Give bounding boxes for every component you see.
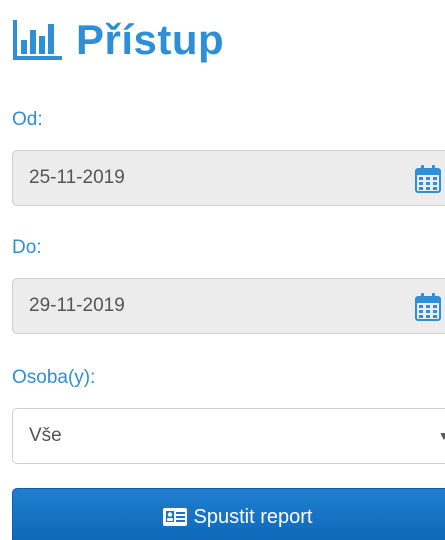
to-date-field[interactable]: 29-11-2019 xyxy=(12,278,445,334)
run-report-button[interactable]: Spustit report xyxy=(12,488,445,540)
report-page: Přístup Od: 25-11-2019 Do: 29-11-2019 Os… xyxy=(0,0,445,540)
id-card-icon xyxy=(162,508,187,526)
persons-label: Osoba(y): xyxy=(12,367,96,388)
to-date-label: Do: xyxy=(12,237,42,258)
persons-select[interactable]: Vše ▼ xyxy=(12,408,445,464)
page-title: Přístup xyxy=(12,10,224,70)
from-date-label: Od: xyxy=(12,109,43,130)
bar-chart-icon xyxy=(13,20,62,60)
run-report-label: Spustit report xyxy=(193,505,313,528)
from-date-value: 25-11-2019 xyxy=(29,167,125,188)
to-date-value: 29-11-2019 xyxy=(29,295,125,316)
persons-selected-value: Vše xyxy=(29,425,62,446)
page-title-text: Přístup xyxy=(76,16,225,63)
calendar-icon[interactable] xyxy=(415,293,441,321)
chevron-down-icon: ▼ xyxy=(438,429,445,443)
calendar-icon[interactable] xyxy=(415,165,441,193)
from-date-field[interactable]: 25-11-2019 xyxy=(12,150,445,206)
